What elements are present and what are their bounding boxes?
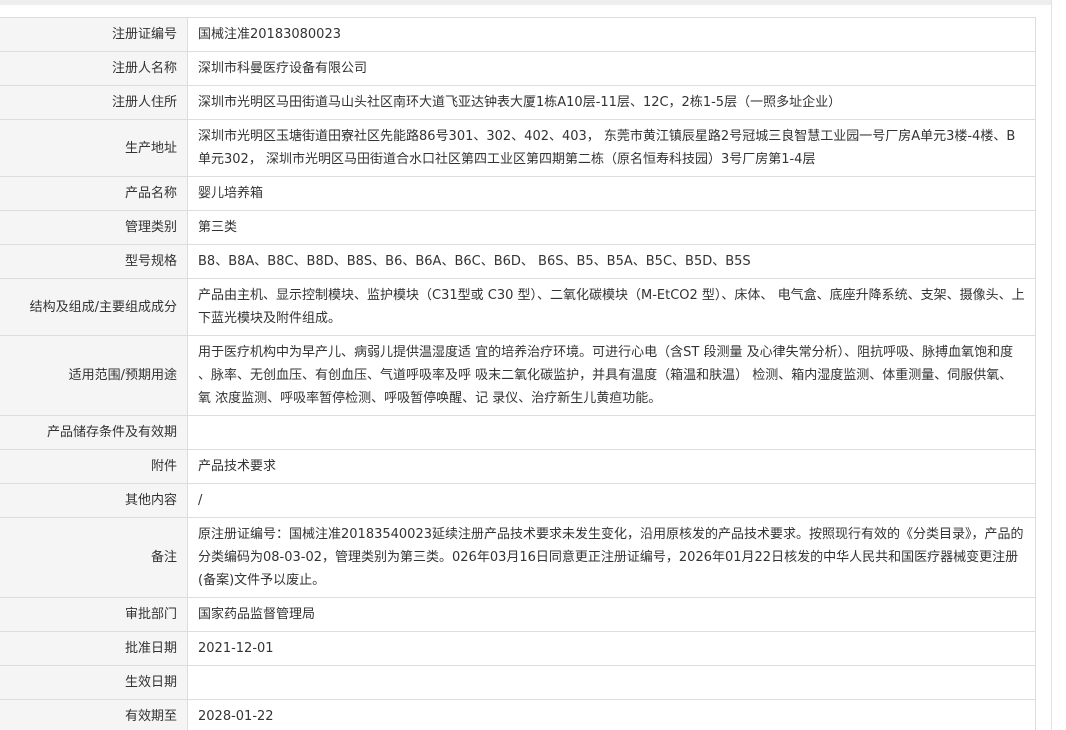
row-value: 国家药品监督管理局 xyxy=(187,597,1036,632)
table-row: 批准日期 2021-12-01 xyxy=(0,631,1036,666)
row-label: 适用范围/预期用途 xyxy=(0,335,188,416)
registration-detail-table: 注册证编号 国械注准20183080023 注册人名称 深圳市科曼医疗设备有限公… xyxy=(0,17,1036,730)
row-label: 生效日期 xyxy=(0,665,188,700)
row-value: 用于医疗机构中为早产儿、病弱儿提供温湿度适 宜的培养治疗环境。可进行心电（含ST… xyxy=(187,335,1036,416)
table-row: 附件 产品技术要求 xyxy=(0,449,1036,484)
row-label: 生产地址 xyxy=(0,119,188,177)
table-row: 产品储存条件及有效期 xyxy=(0,415,1036,450)
table-row: 结构及组成/主要组成成分 产品由主机、显示控制模块、监护模块（C31型或 C30… xyxy=(0,278,1036,336)
row-value: 产品由主机、显示控制模块、监护模块（C31型或 C30 型）、二氧化碳模块（M-… xyxy=(187,278,1036,336)
row-value: B8、B8A、B8C、B8D、B8S、B6、B6A、B6C、B6D、 B6S、B… xyxy=(187,244,1036,279)
row-label: 管理类别 xyxy=(0,210,188,245)
row-label: 结构及组成/主要组成成分 xyxy=(0,278,188,336)
row-value: 2028-01-22 xyxy=(187,699,1036,730)
row-label: 批准日期 xyxy=(0,631,188,666)
row-label: 注册人住所 xyxy=(0,85,188,120)
table-row: 注册证编号 国械注准20183080023 xyxy=(0,17,1036,52)
table-row: 审批部门 国家药品监督管理局 xyxy=(0,597,1036,632)
table-row: 管理类别 第三类 xyxy=(0,210,1036,245)
row-label: 注册证编号 xyxy=(0,17,188,52)
row-value: 第三类 xyxy=(187,210,1036,245)
table-row: 产品名称 婴儿培养箱 xyxy=(0,176,1036,211)
row-value: 2021-12-01 xyxy=(187,631,1036,666)
row-value xyxy=(187,415,1036,450)
row-value: 深圳市光明区玉塘街道田寮社区先能路86号301、302、402、403， 东莞市… xyxy=(187,119,1036,177)
top-edge xyxy=(0,0,1052,5)
right-edge xyxy=(1051,0,1052,730)
row-value: 国械注准20183080023 xyxy=(187,17,1036,52)
row-label: 审批部门 xyxy=(0,597,188,632)
row-label: 产品名称 xyxy=(0,176,188,211)
row-value xyxy=(187,665,1036,700)
table-row: 有效期至 2028-01-22 xyxy=(0,699,1036,730)
row-label: 附件 xyxy=(0,449,188,484)
table-row: 型号规格 B8、B8A、B8C、B8D、B8S、B6、B6A、B6C、B6D、 … xyxy=(0,244,1036,279)
table-row: 注册人住所 深圳市光明区马田街道马山头社区南环大道飞亚达钟表大厦1栋A10层-1… xyxy=(0,85,1036,120)
table-row: 备注 原注册证编号：国械注准20183540023延续注册产品技术要求未发生变化… xyxy=(0,517,1036,598)
table-row: 适用范围/预期用途 用于医疗机构中为早产儿、病弱儿提供温湿度适 宜的培养治疗环境… xyxy=(0,335,1036,416)
row-label: 注册人名称 xyxy=(0,51,188,86)
row-value: 产品技术要求 xyxy=(187,449,1036,484)
row-value: / xyxy=(187,483,1036,518)
row-value: 深圳市光明区马田街道马山头社区南环大道飞亚达钟表大厦1栋A10层-11层、12C… xyxy=(187,85,1036,120)
row-value: 婴儿培养箱 xyxy=(187,176,1036,211)
row-label: 备注 xyxy=(0,517,188,598)
row-label: 产品储存条件及有效期 xyxy=(0,415,188,450)
table-row: 生产地址 深圳市光明区玉塘街道田寮社区先能路86号301、302、402、403… xyxy=(0,119,1036,177)
row-value: 原注册证编号：国械注准20183540023延续注册产品技术要求未发生变化，沿用… xyxy=(187,517,1036,598)
table-row: 生效日期 xyxy=(0,665,1036,700)
row-value: 深圳市科曼医疗设备有限公司 xyxy=(187,51,1036,86)
row-label: 型号规格 xyxy=(0,244,188,279)
row-label: 其他内容 xyxy=(0,483,188,518)
registration-detail-page: 注册证编号 国械注准20183080023 注册人名称 深圳市科曼医疗设备有限公… xyxy=(0,0,1066,730)
table-row: 注册人名称 深圳市科曼医疗设备有限公司 xyxy=(0,51,1036,86)
row-label: 有效期至 xyxy=(0,699,188,730)
table-row: 其他内容 / xyxy=(0,483,1036,518)
